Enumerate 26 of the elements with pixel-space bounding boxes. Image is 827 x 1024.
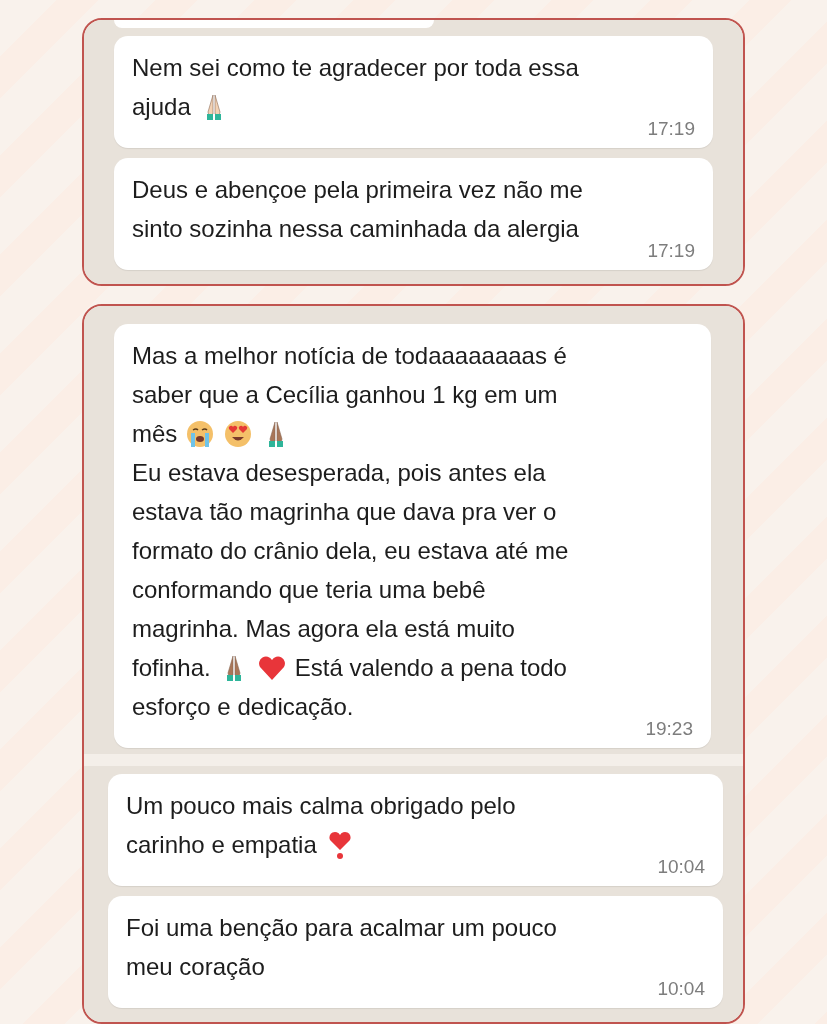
- message-text: mês: [132, 418, 178, 449]
- message-text: magrinha. Mas agora ela está muito: [132, 613, 515, 644]
- message-time: 17:19: [647, 118, 695, 140]
- message-text: esforço e dedicação.: [132, 691, 354, 722]
- message-time: 19:23: [645, 718, 693, 740]
- message-text: formato do crânio dela, eu estava até me: [132, 535, 569, 566]
- message-text: carinho e empatia: [126, 829, 317, 860]
- message-text: fofinha.: [132, 652, 211, 683]
- message-text: Deus e abençoe pela primeira vez não me: [132, 174, 583, 205]
- message-text: ajuda: [132, 91, 191, 122]
- message-time: 10:04: [657, 978, 705, 1000]
- message-time: 10:04: [657, 856, 705, 878]
- message-text: Nem sei como te agradecer por toda essa: [132, 52, 579, 83]
- crying-face-icon: [185, 418, 216, 449]
- message-text: Está valendo a pena todo: [294, 652, 567, 683]
- message-text: Um pouco mais calma obrigado pelo: [126, 790, 516, 821]
- message-text: Eu estava desesperada, pois antes ela: [132, 457, 546, 488]
- message-text: meu coração: [126, 951, 265, 982]
- message-text: sinto sozinha nessa caminhada da alergia: [132, 213, 579, 244]
- message-text: Mas a melhor notícia de todaaaaaaaas é: [132, 340, 567, 371]
- heart-eyes-face-icon: [223, 418, 254, 449]
- message-text: saber que a Cecília ganhou 1 kg em um: [132, 379, 558, 410]
- message-time: 17:19: [647, 240, 695, 262]
- message-text: estava tão magrinha que dava pra ver o: [132, 496, 557, 527]
- message-text: Foi uma benção para acalmar um pouco: [126, 912, 557, 943]
- message-text: conformando que teria uma bebê: [132, 574, 486, 605]
